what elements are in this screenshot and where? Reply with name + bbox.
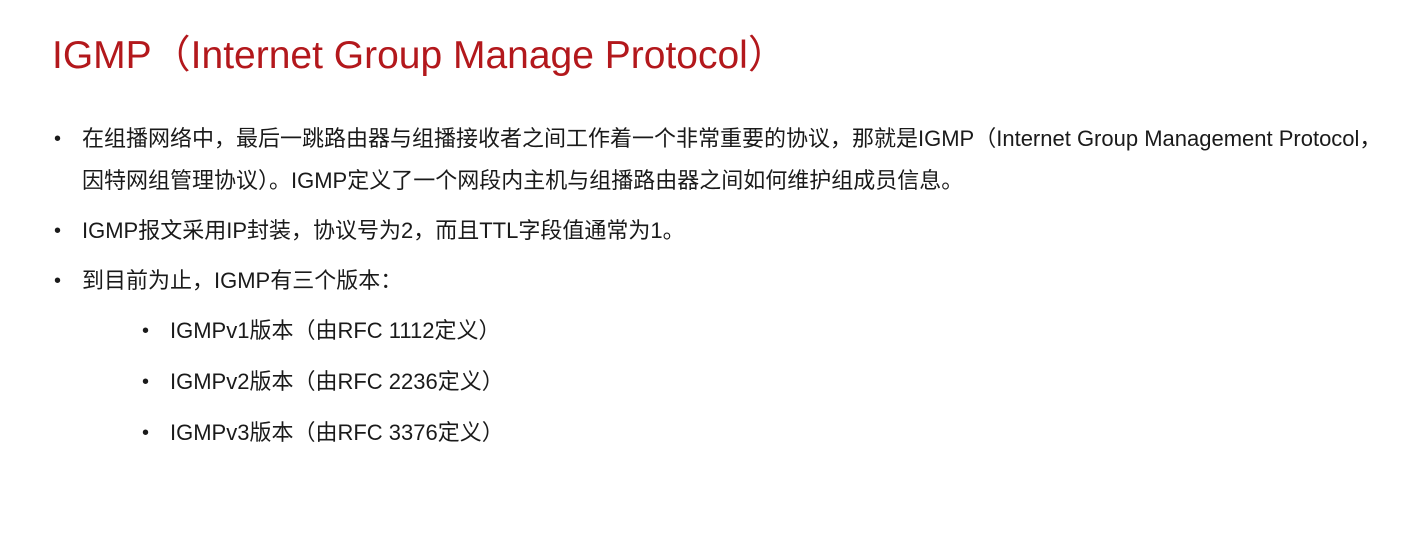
bullet-item: • IGMP报文采用IP封装，协议号为2，而且TTL字段值通常为1。 [52, 210, 1392, 252]
sub-bullet-text: IGMPv2版本（由RFC 2236定义） [170, 369, 504, 394]
bullet-item: • 到目前为止，IGMP有三个版本： • IGMPv1版本（由RFC 1112定… [52, 260, 1392, 454]
bullet-dot-icon: • [54, 128, 62, 150]
bullet-text: 在组播网络中，最后一跳路由器与组播接收者之间工作着一个非常重要的协议，那就是IG… [82, 126, 1382, 193]
sub-bullet-text: IGMPv1版本（由RFC 1112定义） [170, 318, 501, 343]
slide: IGMP（Internet Group Manage Protocol） • 在… [0, 0, 1410, 546]
bullet-text: 到目前为止，IGMP有三个版本： [82, 268, 403, 293]
bullet-dot-icon: • [54, 270, 62, 292]
sub-bullet-text: IGMPv3版本（由RFC 3376定义） [170, 420, 504, 445]
bullet-dot-icon: • [142, 422, 150, 444]
sub-bullet-item: • IGMPv1版本（由RFC 1112定义） [140, 310, 1392, 352]
slide-title: IGMP（Internet Group Manage Protocol） [52, 34, 787, 77]
bullet-dot-icon: • [142, 320, 150, 342]
sub-bullet-item: • IGMPv3版本（由RFC 3376定义） [140, 412, 1392, 454]
bullet-list: • 在组播网络中，最后一跳路由器与组播接收者之间工作着一个非常重要的协议，那就是… [52, 118, 1392, 463]
sub-bullet-item: • IGMPv2版本（由RFC 2236定义） [140, 361, 1392, 403]
bullet-text: IGMP报文采用IP封装，协议号为2，而且TTL字段值通常为1。 [82, 218, 685, 243]
bullet-dot-icon: • [142, 371, 150, 393]
bullet-item: • 在组播网络中，最后一跳路由器与组播接收者之间工作着一个非常重要的协议，那就是… [52, 118, 1392, 202]
bullet-dot-icon: • [54, 220, 62, 242]
sub-bullet-list: • IGMPv1版本（由RFC 1112定义） • IGMPv2版本（由RFC … [140, 310, 1392, 454]
